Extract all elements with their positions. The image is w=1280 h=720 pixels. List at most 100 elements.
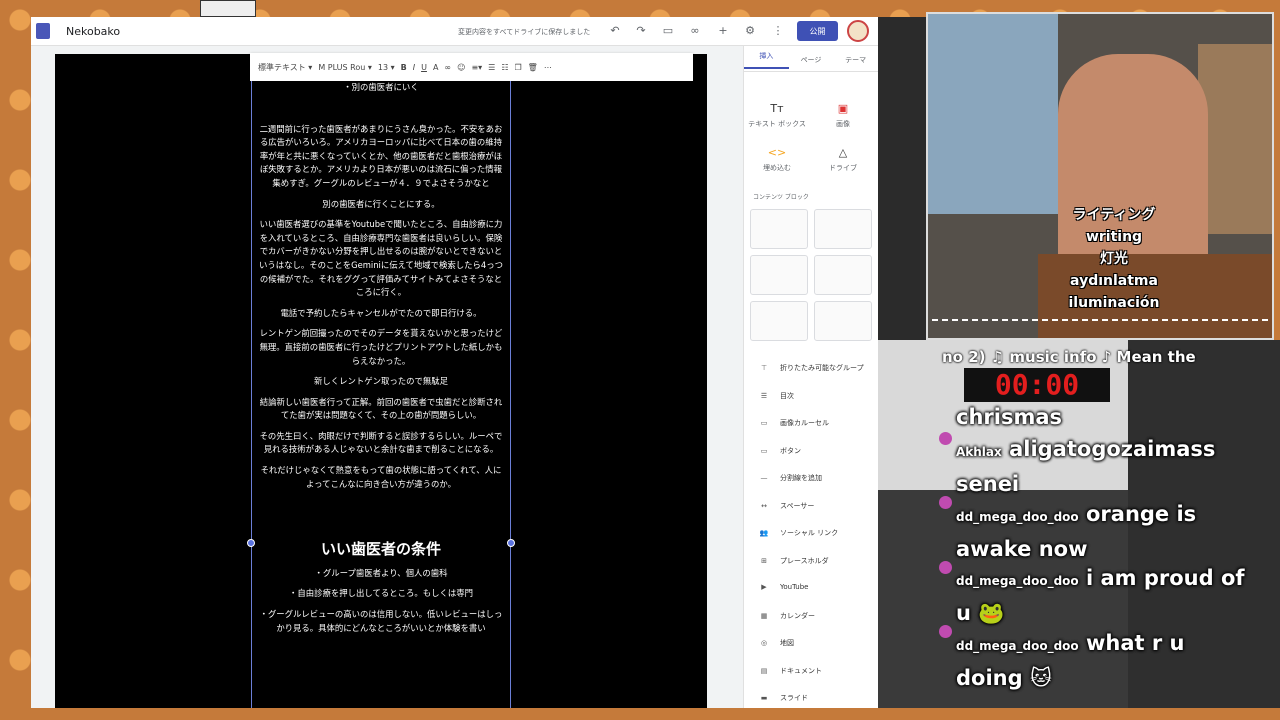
paragraph[interactable]: 二週間前に行った歯医者があまりにうさん臭かった。不安をあおる広告がいろいろ。アメ…	[257, 123, 505, 191]
delete-icon[interactable]: 🗑	[528, 63, 538, 72]
text-body[interactable]: ・別の歯医者にいく二週間前に行った歯医者があまりにうさん臭かった。不安をあおる広…	[257, 81, 505, 491]
font-dropdown[interactable]: M PLUS Rou ▾	[318, 63, 372, 72]
subtitle-line: 灯光	[1100, 251, 1128, 267]
insert-item-carousel[interactable]: ▭ 画像カルーセル	[758, 418, 829, 428]
avatar[interactable]	[847, 20, 869, 42]
map-icon: ◎	[760, 639, 768, 647]
bullet-list-icon[interactable]: ☷	[501, 63, 508, 72]
tab-insert[interactable]: 挿入	[744, 49, 789, 69]
insert-item-spacer[interactable]: ↔ スペーサー	[758, 501, 814, 511]
layout-block[interactable]	[750, 255, 808, 295]
list-item[interactable]: ・グループ歯医者より、個人の歯科	[257, 567, 505, 581]
button-icon: ▭	[760, 446, 768, 455]
link-insert-icon[interactable]: ∞	[444, 63, 451, 72]
layout-block[interactable]	[814, 301, 872, 341]
content-blocks-label: コンテンツ ブロック	[753, 194, 809, 201]
insert-item-label: 分割線を追加	[780, 474, 822, 482]
share-icon[interactable]: +	[716, 24, 730, 37]
divider-icon: —	[760, 474, 768, 482]
paragraph[interactable]: 別の歯医者に行くことにする。	[257, 198, 505, 212]
section-heading[interactable]: いい歯医者の条件	[257, 542, 505, 557]
publish-button[interactable]: 公開	[797, 21, 838, 41]
insert-item-social-links[interactable]: 👥 ソーシャル リンク	[758, 528, 838, 538]
insert-item-label: プレースホルダ	[780, 556, 829, 565]
insert-item-placeholder[interactable]: ⊞ プレースホルダ	[758, 556, 829, 566]
google-sites-editor: Nekobako 変更内容をすべてドライブに保存しました ↶ ↷ ▭ ∞ + ⚙…	[31, 17, 878, 708]
align-icon[interactable]: ≡▾	[471, 63, 482, 72]
layout-block[interactable]	[750, 301, 808, 341]
tab-pages[interactable]: ページ	[789, 53, 834, 65]
text-box-icon: Tт	[770, 102, 784, 115]
chat-user: Akhlax	[956, 445, 1002, 459]
insert-item-divider[interactable]: — 分割線を追加	[758, 473, 823, 483]
layout-block[interactable]	[750, 209, 808, 249]
dashed-line	[932, 319, 1268, 321]
tile-label: ドライブ	[829, 164, 857, 172]
translated-subtitles: ライティング writing 灯光 aydınlatma iluminación	[1054, 204, 1174, 314]
condition-list[interactable]: ・グループ歯医者より、個人の歯科 ・自由診療を押し出してるところ。もしくは専門・グ…	[257, 567, 505, 635]
preview-icon[interactable]: ▭	[661, 24, 675, 37]
settings-gear-icon[interactable]: ⚙	[743, 24, 757, 37]
emoji-icon[interactable]: ☺	[457, 63, 465, 72]
paragraph[interactable]: いい歯医者選びの基準をYoutubeで聞いたところ、自由診療に力を入れているとこ…	[257, 218, 505, 300]
tab-themes[interactable]: テーマ	[833, 53, 878, 65]
chat-user: dd_mega_doo_doo	[956, 510, 1079, 524]
tile-image[interactable]: ▣ 画像	[813, 102, 873, 129]
insert-item-youtube[interactable]: ▶ YouTube	[758, 583, 808, 591]
tile-drive[interactable]: △ ドライブ	[813, 146, 873, 173]
size-dropdown[interactable]: 13 ▾	[378, 63, 395, 72]
chat-badge-icon	[939, 432, 952, 445]
link-icon[interactable]: ∞	[688, 24, 702, 37]
more-vert-icon[interactable]: ⋮	[771, 24, 785, 37]
paragraph[interactable]: レントゲン前回撮ったのでそのデータを貰えないかと思ったけど無理。直接前の歯医者に…	[257, 327, 505, 368]
insert-item-calendar[interactable]: ▦ カレンダー	[758, 611, 815, 621]
list-item[interactable]: ・自由診療を押し出してるところ。もしくは専門	[257, 587, 505, 601]
italic-icon[interactable]: I	[413, 63, 415, 72]
chat-message: Akhlax aligatogozaimass senei	[956, 433, 1256, 500]
insert-item-docs[interactable]: ▤ ドキュメント	[758, 666, 822, 676]
resize-handle-right[interactable]	[507, 539, 515, 547]
paragraph[interactable]: 電話で予約したらキャンセルがでたので即日行ける。	[257, 307, 505, 321]
chat-user: dd_mega_doo_doo	[956, 639, 1079, 653]
insert-item-label: 目次	[780, 391, 794, 400]
embed-icon: <>	[767, 146, 787, 159]
redo-icon[interactable]: ↷	[634, 24, 648, 37]
insert-item-toc[interactable]: ☰ 目次	[758, 391, 794, 401]
undo-icon[interactable]: ↶	[608, 24, 622, 37]
site-title[interactable]: Nekobako	[66, 25, 120, 38]
paragraph[interactable]	[257, 102, 505, 116]
insert-item-button[interactable]: ▭ ボタン	[758, 446, 801, 456]
sites-logo-icon[interactable]	[36, 23, 50, 39]
insert-item-slides[interactable]: ▬ スライド	[758, 693, 808, 703]
style-dropdown[interactable]: 標準テキスト ▾	[258, 62, 312, 73]
chat-badge-icon	[939, 496, 952, 509]
copy-icon[interactable]: ❐	[515, 63, 522, 72]
paragraph[interactable]: その先生曰く、肉眼だけで判断すると誤診するらしい。ルーペで見れる技術がある人じゃ…	[257, 430, 505, 457]
insert-item-label: スペーサー	[780, 501, 815, 510]
text-box[interactable]: ・別の歯医者にいく二週間前に行った歯医者があまりにうさん臭かった。不安をあおる広…	[251, 81, 511, 708]
paragraph[interactable]: 結論新しい歯医者行って正解。前回の歯医者で虫歯だと診断されてた歯が実は問題なくて…	[257, 396, 505, 423]
tile-embed[interactable]: <> 埋め込む	[747, 146, 807, 173]
insert-item-map[interactable]: ◎ 地図	[758, 638, 794, 648]
paragraph[interactable]: 新しくレントゲン取ったので無駄足	[257, 375, 505, 389]
tile-textbox[interactable]: Tт テキスト ボックス	[747, 102, 807, 129]
text-color-icon[interactable]: A	[433, 63, 438, 72]
numbered-list-icon[interactable]: ☰	[488, 63, 495, 72]
resize-handle-left[interactable]	[247, 539, 255, 547]
placeholder-icon: ⊞	[761, 556, 767, 565]
bold-icon[interactable]: B	[401, 63, 407, 72]
tile-label: 埋め込む	[763, 164, 791, 172]
insert-item-collapsible-group[interactable]: ⊤ 折りたたみ可能なグループ	[758, 363, 864, 373]
paragraph[interactable]: ・別の歯医者にいく	[257, 81, 505, 95]
layout-block[interactable]	[814, 209, 872, 249]
chat-text: chrismas	[956, 405, 1063, 429]
layout-block[interactable]	[814, 255, 872, 295]
toc-icon: ☰	[760, 391, 768, 400]
underline-icon[interactable]: U	[421, 63, 427, 72]
list-item[interactable]: ・グーグルレビューの高いのは信用しない。低いレビューはしっかり見る。具体的にどん…	[257, 608, 505, 635]
size-label: 13	[377, 62, 389, 72]
more-icon[interactable]: ⋯	[544, 63, 552, 72]
top-thumbnail	[200, 0, 256, 17]
subtitle-line: writing	[1085, 229, 1143, 245]
paragraph[interactable]: それだけじゃなくて熱意をもって歯の状態に語ってくれて、人によってこんなに向き合い…	[257, 464, 505, 491]
